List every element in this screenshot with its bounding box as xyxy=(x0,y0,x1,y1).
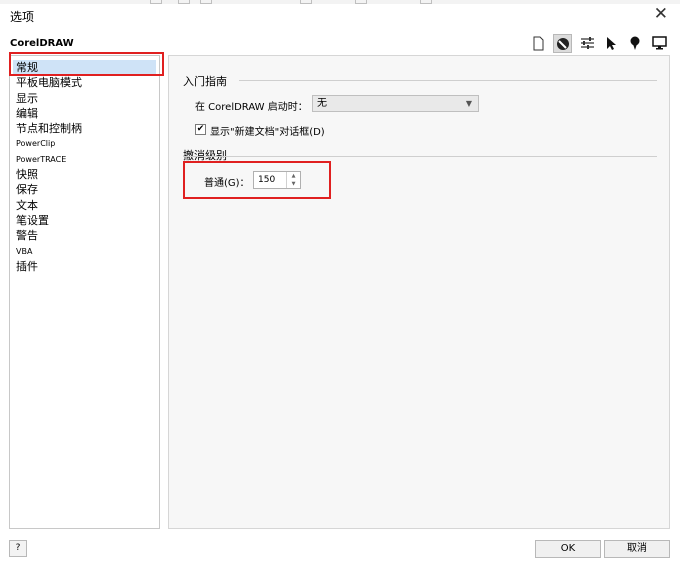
highlight-box-general xyxy=(9,52,164,76)
nav-item-save[interactable]: 保存 xyxy=(10,182,159,197)
dialog-title: 选项 xyxy=(10,10,35,24)
category-toolbar xyxy=(529,34,668,53)
no-entry-icon[interactable] xyxy=(553,34,572,53)
startup-label: 在 CorelDRAW 启动时： xyxy=(195,102,308,113)
nav-item-powerclip[interactable]: PowerClip xyxy=(10,136,159,151)
nav-item-warnings[interactable]: 警告 xyxy=(10,228,159,243)
monitor-icon[interactable] xyxy=(650,34,668,52)
document-icon[interactable] xyxy=(529,34,547,52)
show-new-document-label: 显示"新建文档"对话框(D) xyxy=(210,127,325,138)
nav-item-text[interactable]: 文本 xyxy=(10,198,159,213)
category-tree: 常规 平板电脑模式 显示 编辑 节点和控制柄 PowerClip PowerTR… xyxy=(9,55,160,529)
show-new-document-checkbox[interactable]: ✔ xyxy=(195,124,206,135)
nav-item-vba[interactable]: VBA xyxy=(10,244,159,259)
nav-item-plugins[interactable]: 插件 xyxy=(10,259,159,274)
pointer-icon[interactable] xyxy=(602,34,620,52)
nav-item-edit[interactable]: 编辑 xyxy=(10,106,159,121)
startup-select[interactable]: 无 ▼ xyxy=(312,95,479,112)
divider xyxy=(239,80,657,81)
nav-item-display[interactable]: 显示 xyxy=(10,91,159,106)
sliders-icon[interactable] xyxy=(578,34,596,52)
ok-button[interactable]: OK xyxy=(535,540,601,558)
highlight-box-undo-normal xyxy=(183,161,331,199)
chevron-down-icon: ▼ xyxy=(465,99,472,108)
settings-panel: 入门指南 在 CorelDRAW 启动时： 无 ▼ ✔ 显示"新建文档"对话框(… xyxy=(168,55,670,529)
close-icon[interactable]: ✕ xyxy=(654,4,668,24)
app-name-label: CorelDRAW xyxy=(10,38,74,49)
background-window-strip xyxy=(0,0,680,4)
startup-select-value: 无 xyxy=(317,98,327,109)
divider xyxy=(183,156,657,157)
nav-item-pen-settings[interactable]: 笔设置 xyxy=(10,213,159,228)
nav-item-snapshot[interactable]: 快照 xyxy=(10,167,159,182)
nav-item-tablet-mode[interactable]: 平板电脑模式 xyxy=(10,75,159,90)
getting-started-heading: 入门指南 xyxy=(183,75,227,88)
nav-item-powertrace[interactable]: PowerTRACE xyxy=(10,152,159,167)
help-button[interactable]: ? xyxy=(9,540,27,557)
nav-item-nodes-handles[interactable]: 节点和控制柄 xyxy=(10,121,159,136)
pin-icon[interactable] xyxy=(626,34,644,52)
cancel-button[interactable]: 取消 xyxy=(604,540,670,558)
